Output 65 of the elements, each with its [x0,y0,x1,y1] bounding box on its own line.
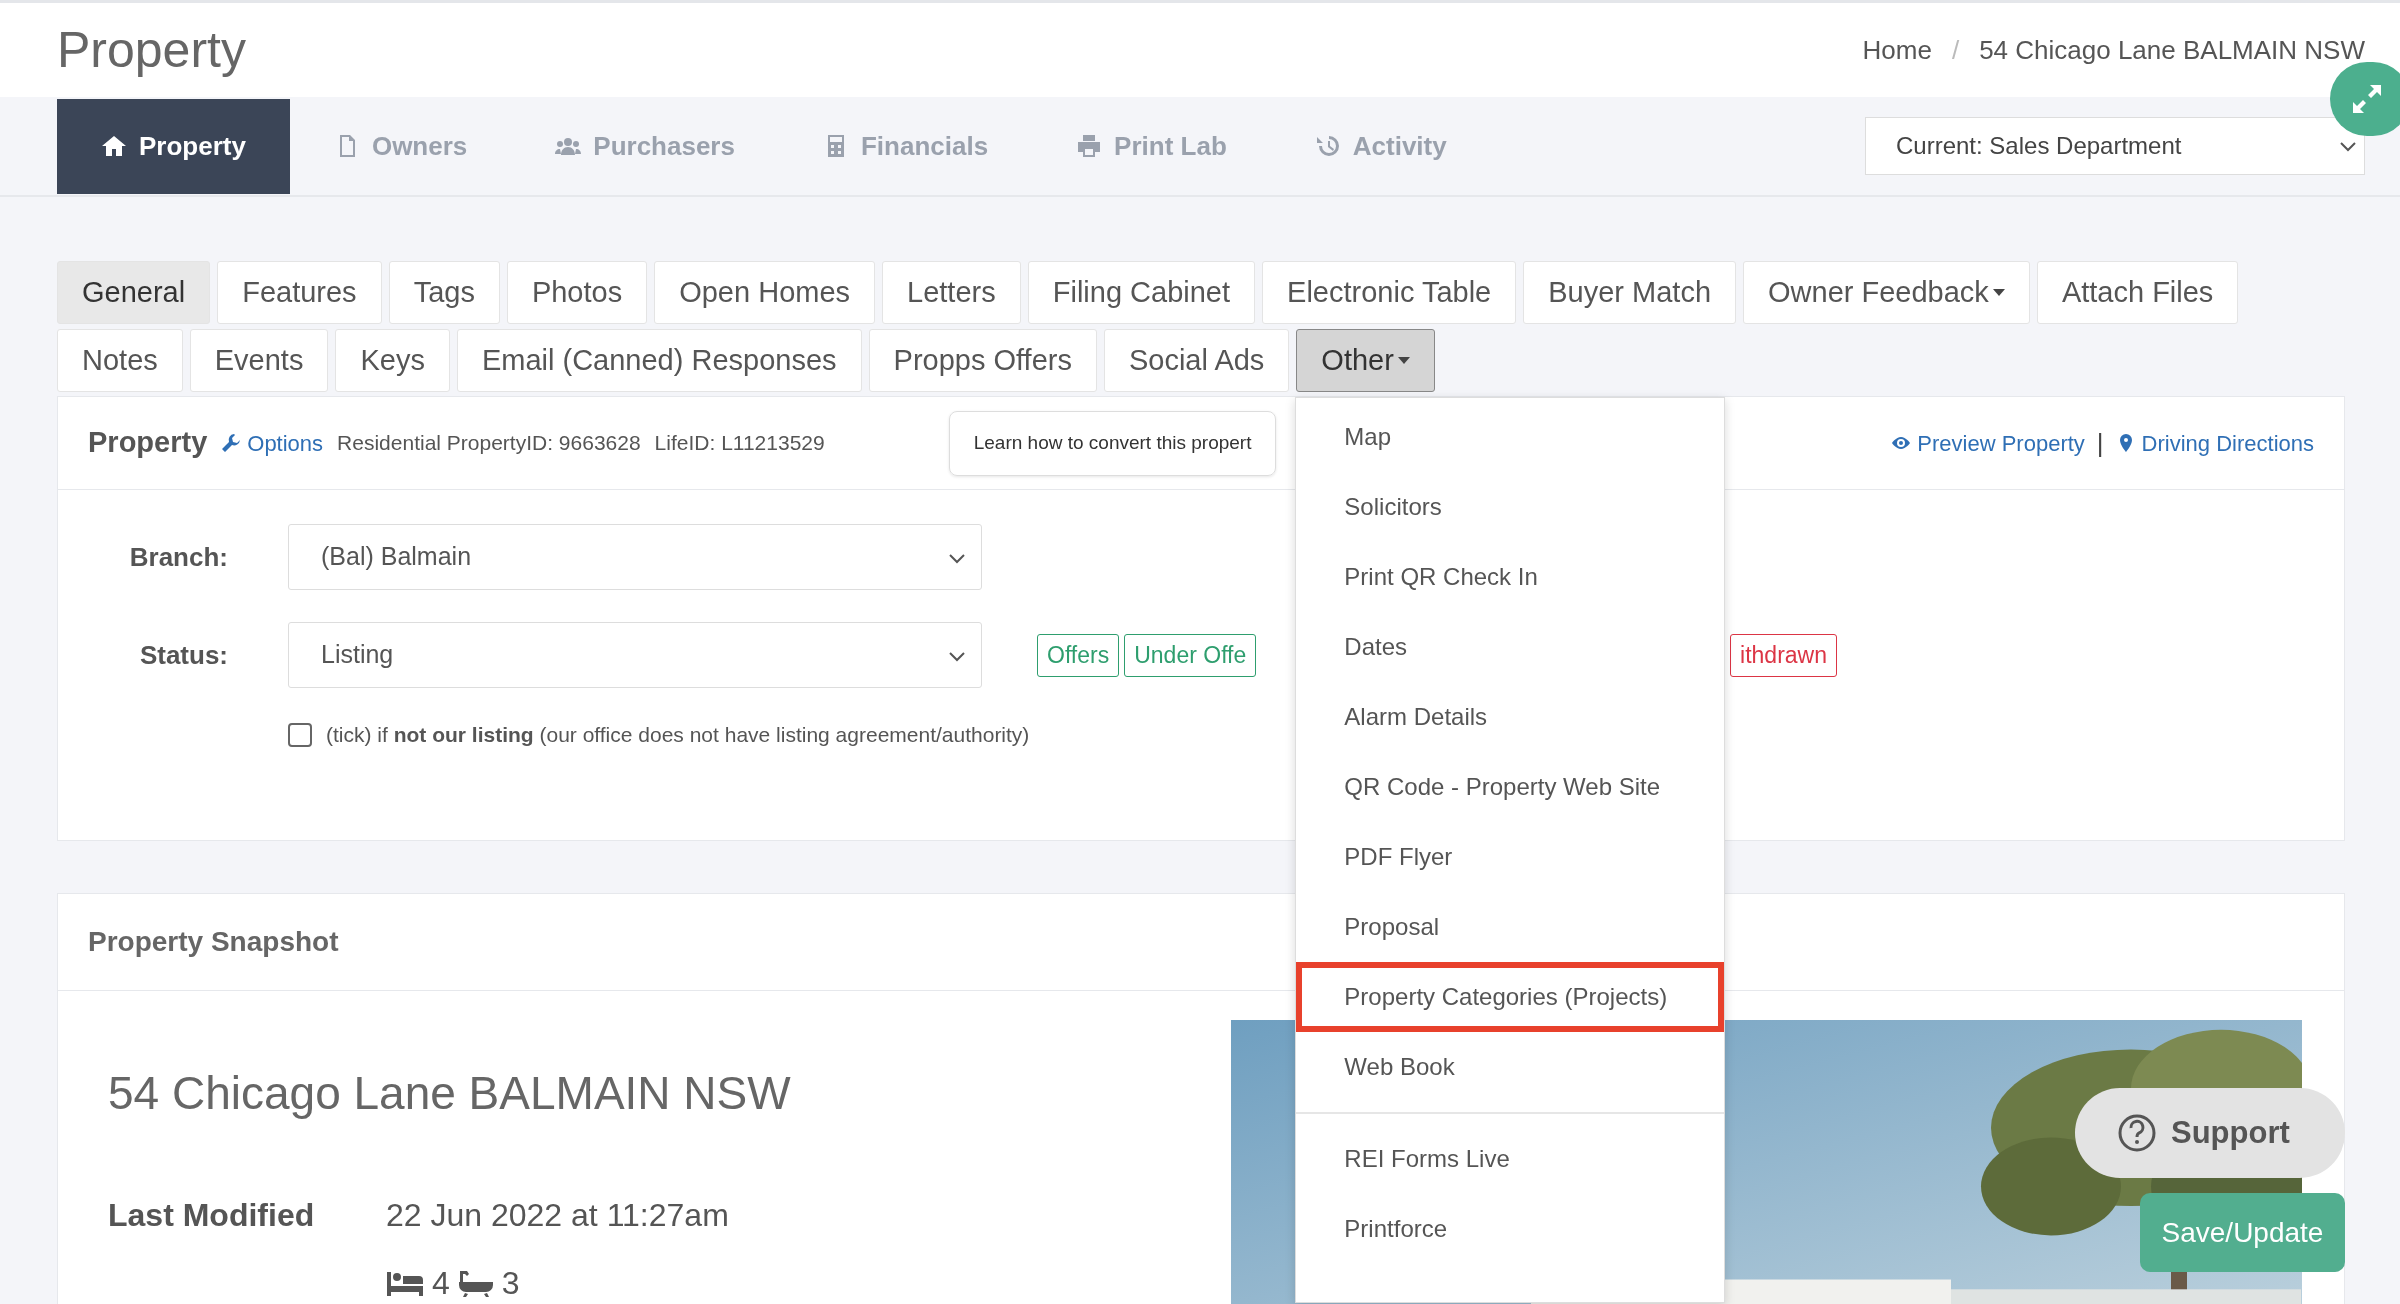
menu-item[interactable]: Printforce [1296,1194,1725,1264]
branch-select[interactable]: (Bal) Balmain [288,524,982,590]
checkbox[interactable] [288,723,312,747]
branch-label: Branch: [128,540,229,574]
menu-item[interactable]: Proposal [1296,892,1725,962]
department-select[interactable]: Current: Sales Department [1865,117,2365,175]
tab[interactable]: Photos [506,261,648,324]
expand-icon [2350,82,2384,116]
menu-item[interactable]: Alarm Details [1296,682,1725,752]
home-icon [101,133,127,159]
tab[interactable]: Features [217,261,382,324]
menu-item[interactable]: Dates [1296,612,1725,682]
life-id: LifeID: L11213529 [654,430,825,457]
tab[interactable]: Keys [335,329,450,392]
last-modified-label: Last Modified [108,1196,316,1236]
bathroom-count: 3 [501,1264,520,1304]
last-modified-date: 22 Jun 2022 at 11:27am [386,1196,729,1236]
menu-item[interactable]: Property Categories (Projects) [1296,962,1725,1032]
link-separator: | [2096,426,2104,460]
menu-item[interactable]: Print QR Check In [1296,542,1725,612]
tab[interactable]: Letters [882,261,1021,324]
menu-item[interactable]: Map [1296,402,1725,472]
history-icon [1314,133,1341,159]
breadcrumb-link[interactable]: Home [1862,30,1932,70]
tab[interactable]: Notes [57,329,183,392]
tab[interactable]: Owner Feedback [1743,261,2030,324]
menu-item[interactable]: Solicitors [1296,472,1725,542]
menu-item[interactable]: REI Forms Live [1296,1124,1725,1194]
tab[interactable]: Email (Canned) Responses [456,329,862,392]
tab[interactable]: General [57,261,211,324]
panel-title: Property [88,425,208,461]
tab[interactable]: Events [189,329,329,392]
tab[interactable]: Propps Offers [868,329,1097,392]
header-link[interactable]: Preview Property [1891,426,2085,460]
status-tag[interactable]: ithdrawn [1730,633,1837,677]
tab[interactable]: Tags [388,261,500,324]
tab[interactable]: Electronic Table [1262,261,1517,324]
breadcrumb-current: 54 Chicago Lane BALMAIN NSW [1979,33,2365,67]
bedroom-count: 4 [432,1264,450,1304]
tab[interactable]: Other [1296,329,1435,392]
menu-item[interactable]: Web Book [1296,1032,1725,1102]
page-title: Property [57,21,246,80]
nav-tab[interactable]: Property [57,98,290,194]
tab[interactable]: Filing Cabinet [1027,261,1256,324]
menu-item[interactable]: QR Code - Property Web Site [1296,752,1725,822]
status-select[interactable]: Listing [288,622,982,688]
caret-icon [1992,288,2005,297]
status-label: Status: [138,638,229,672]
menu-item[interactable]: PDF Flyer [1296,822,1725,892]
tab[interactable]: Buyer Match [1523,261,1737,324]
tab[interactable]: Social Ads [1103,329,1290,392]
checkbox-label: (tick) if not our listing (our office does not have listing agreement/authority) [326,722,1030,749]
header-link[interactable]: Driving Directions [2115,426,2314,460]
options-link[interactable]: Options [221,426,324,460]
tooltip: Learn how to convert this propert [948,410,1277,476]
support-button[interactable]: Support [2075,1088,2345,1178]
tab[interactable]: Open Homes [654,261,876,324]
printer-icon [1076,133,1103,159]
property-address: 54 Chicago Lane BALMAIN NSW [108,1066,792,1121]
tab[interactable]: Attach Files [2036,261,2239,324]
breadcrumb-separator: / [1951,33,1960,67]
wrench-icon [221,433,242,453]
property-id: Residential PropertyID: 9663628 [337,430,641,457]
caret-icon [1397,356,1410,365]
help-icon [2117,1113,2157,1153]
